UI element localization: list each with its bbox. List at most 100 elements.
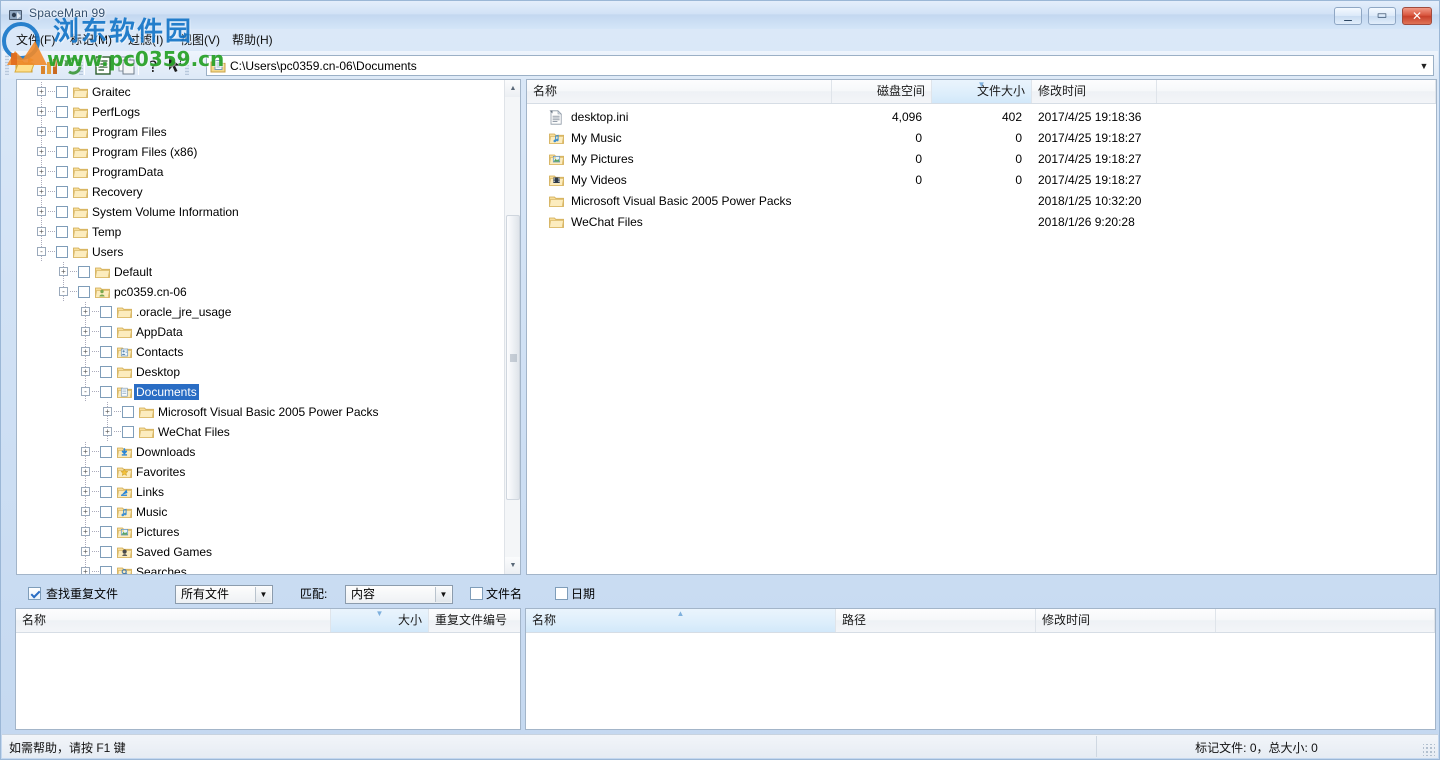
tree-node-checkbox[interactable]: [56, 106, 68, 118]
tree-node[interactable]: + Saved Games: [17, 542, 507, 562]
collapse-node-icon[interactable]: -: [59, 287, 68, 296]
tree-node-checkbox[interactable]: [122, 406, 134, 418]
menu-help[interactable]: 帮助(H): [226, 32, 279, 49]
tree-node-label[interactable]: Favorites: [134, 464, 187, 480]
tree-node-checkbox[interactable]: [100, 306, 112, 318]
context-help-button[interactable]: ?: [166, 55, 188, 76]
tree-node[interactable]: + .oracle_jre_usage: [17, 302, 507, 322]
tree-node-label[interactable]: Program Files (x86): [90, 144, 199, 160]
expand-node-icon[interactable]: +: [37, 207, 46, 216]
tree-node[interactable]: + Temp: [17, 222, 507, 242]
expand-node-icon[interactable]: +: [81, 447, 90, 456]
tree-node[interactable]: + Downloads: [17, 442, 507, 462]
tree-node[interactable]: + Recovery: [17, 182, 507, 202]
tree-node-label[interactable]: Microsoft Visual Basic 2005 Power Packs: [156, 404, 381, 420]
tree-node[interactable]: + Contacts: [17, 342, 507, 362]
tree-node-checkbox[interactable]: [56, 226, 68, 238]
tree-node-label[interactable]: Music: [134, 504, 169, 520]
tree-node-checkbox[interactable]: [56, 206, 68, 218]
tree-node-checkbox[interactable]: [100, 526, 112, 538]
tree-node[interactable]: + Favorites: [17, 462, 507, 482]
expand-node-icon[interactable]: +: [37, 87, 46, 96]
collapse-node-icon[interactable]: -: [37, 247, 46, 256]
tree-node-checkbox[interactable]: [56, 146, 68, 158]
chevron-down-icon[interactable]: ▼: [1417, 60, 1431, 73]
expand-node-icon[interactable]: +: [37, 187, 46, 196]
col-disk-space[interactable]: 磁盘空间: [832, 80, 932, 103]
tree-node[interactable]: - Documents: [17, 382, 507, 402]
expand-node-icon[interactable]: +: [81, 327, 90, 336]
filename-checkbox[interactable]: [470, 587, 483, 600]
tree-node-checkbox[interactable]: [100, 446, 112, 458]
tree-node[interactable]: + ProgramData: [17, 162, 507, 182]
tree-node-label[interactable]: WeChat Files: [156, 424, 232, 440]
tree-vertical-scrollbar[interactable]: ▲ ▼: [504, 80, 520, 574]
scrollbar-thumb[interactable]: [506, 215, 520, 500]
menu-filter[interactable]: 过滤(I): [122, 32, 169, 49]
tree-node[interactable]: + Links: [17, 482, 507, 502]
file-list-row[interactable]: Microsoft Visual Basic 2005 Power Packs 2…: [527, 191, 1436, 212]
expand-node-icon[interactable]: +: [81, 467, 90, 476]
expand-node-icon[interactable]: +: [81, 367, 90, 376]
expand-node-icon[interactable]: +: [37, 107, 46, 116]
tree-node[interactable]: - pc0359.cn-06: [17, 282, 507, 302]
tree-node-label[interactable]: Downloads: [134, 444, 197, 460]
tree-node-label[interactable]: Graitec: [90, 84, 133, 100]
expand-node-icon[interactable]: +: [37, 147, 46, 156]
tree-node-label[interactable]: Default: [112, 264, 154, 280]
menu-view[interactable]: 视图(V): [174, 32, 226, 49]
tree-node[interactable]: - Users: [17, 242, 507, 262]
tree-node-checkbox[interactable]: [100, 346, 112, 358]
tree-node-checkbox[interactable]: [78, 286, 90, 298]
expand-node-icon[interactable]: +: [81, 567, 90, 574]
expand-node-icon[interactable]: +: [59, 267, 68, 276]
menu-mark[interactable]: 标记(M): [64, 32, 118, 49]
tree-node-checkbox[interactable]: [100, 386, 112, 398]
tree-node-label[interactable]: Users: [90, 244, 125, 260]
file-list-panel[interactable]: 名称 磁盘空间 文件大小 ▼ 修改时间 desktop.ini 4,096 402 2017/…: [526, 79, 1437, 575]
address-bar[interactable]: C:\Users\pc0359.cn-06\Documents ▼: [206, 55, 1434, 76]
col-file-size[interactable]: 文件大小 ▼: [932, 80, 1032, 103]
file-list-row[interactable]: desktop.ini 4,096 402 2017/4/25 19:18:36: [527, 107, 1436, 128]
resize-grip-icon[interactable]: [1423, 744, 1435, 756]
refresh-button[interactable]: [62, 55, 84, 76]
file-list-row[interactable]: WeChat Files 2018/1/26 9:20:28: [527, 212, 1436, 233]
expand-node-icon[interactable]: +: [81, 347, 90, 356]
expand-node-icon[interactable]: +: [81, 307, 90, 316]
expand-node-icon[interactable]: +: [37, 227, 46, 236]
tree-node-checkbox[interactable]: [100, 506, 112, 518]
menu-file[interactable]: 文件(F): [10, 32, 61, 49]
expand-node-icon[interactable]: +: [103, 427, 112, 436]
tree-node[interactable]: + System Volume Information: [17, 202, 507, 222]
date-checkbox[interactable]: [555, 587, 568, 600]
tree-node-checkbox[interactable]: [100, 366, 112, 378]
tree-node-checkbox[interactable]: [100, 546, 112, 558]
copy-list-button[interactable]: [116, 55, 138, 76]
tree-node-label[interactable]: Documents: [134, 384, 199, 400]
tree-node-label[interactable]: AppData: [134, 324, 185, 340]
dupr-col-spare[interactable]: [1216, 609, 1435, 632]
tree-node-label[interactable]: Pictures: [134, 524, 181, 540]
find-duplicates-checkbox[interactable]: [28, 587, 41, 600]
tree-node-checkbox[interactable]: [56, 186, 68, 198]
tree-node-label[interactable]: Links: [134, 484, 166, 500]
tree-node-label[interactable]: Contacts: [134, 344, 185, 360]
report-button[interactable]: [92, 55, 114, 76]
tree-node-checkbox[interactable]: [100, 326, 112, 338]
file-list-row[interactable]: My Pictures 0 0 2017/4/25 19:18:27: [527, 149, 1436, 170]
dupr-col-name[interactable]: 名称 ▲: [526, 609, 836, 632]
col-modified[interactable]: 修改时间: [1032, 80, 1157, 103]
col-name[interactable]: 名称: [527, 80, 832, 103]
expand-node-icon[interactable]: +: [37, 167, 46, 176]
match-mode-select[interactable]: 内容 ▼: [345, 585, 453, 604]
tree-node[interactable]: + WeChat Files: [17, 422, 507, 442]
tree-node[interactable]: + Searches: [17, 562, 507, 574]
tree-node[interactable]: + Graitec: [17, 82, 507, 102]
tree-node[interactable]: + AppData: [17, 322, 507, 342]
expand-node-icon[interactable]: +: [81, 507, 90, 516]
tree-node[interactable]: + Music: [17, 502, 507, 522]
tree-node-checkbox[interactable]: [100, 486, 112, 498]
tree-node-label[interactable]: Desktop: [134, 364, 182, 380]
dupr-col-modified[interactable]: 修改时间: [1036, 609, 1216, 632]
tree-node-label[interactable]: .oracle_jre_usage: [134, 304, 233, 320]
